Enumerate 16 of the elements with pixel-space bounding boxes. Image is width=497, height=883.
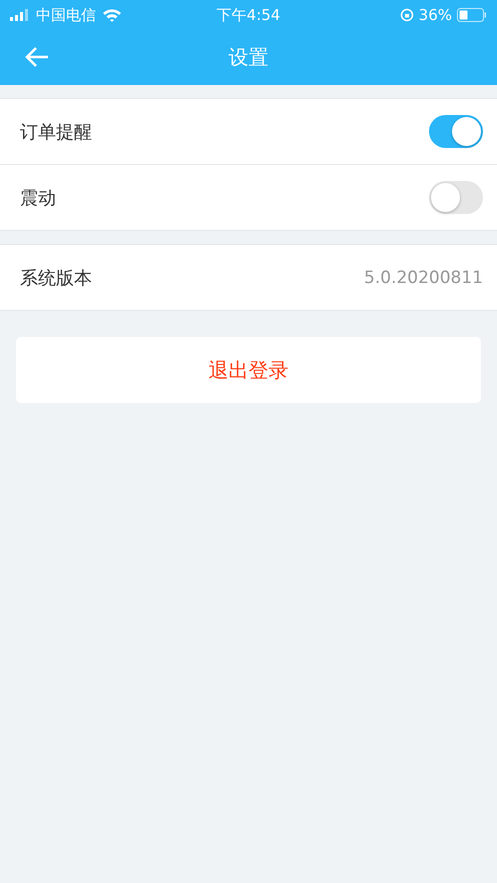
battery-icon bbox=[457, 8, 487, 22]
setting-label: 震动 bbox=[20, 186, 57, 210]
setting-label: 订单提醒 bbox=[20, 120, 93, 144]
page-title: 设置 bbox=[228, 44, 268, 71]
battery-percent: 36% bbox=[418, 6, 452, 24]
rotation-lock-icon bbox=[400, 8, 414, 22]
setting-label: 系统版本 bbox=[20, 266, 93, 290]
wifi-icon bbox=[102, 8, 122, 22]
toggle-switch[interactable] bbox=[429, 181, 483, 214]
toggle-switch[interactable] bbox=[429, 115, 483, 148]
signal-icon bbox=[10, 9, 30, 21]
back-arrow-icon bbox=[24, 46, 50, 68]
clock-time: 下午4:54 bbox=[216, 6, 280, 24]
carrier-name: 中国电信 bbox=[36, 6, 96, 24]
version-value: 5.0.20200811 bbox=[364, 268, 483, 288]
logout-button[interactable]: 退出登录 bbox=[16, 337, 481, 403]
